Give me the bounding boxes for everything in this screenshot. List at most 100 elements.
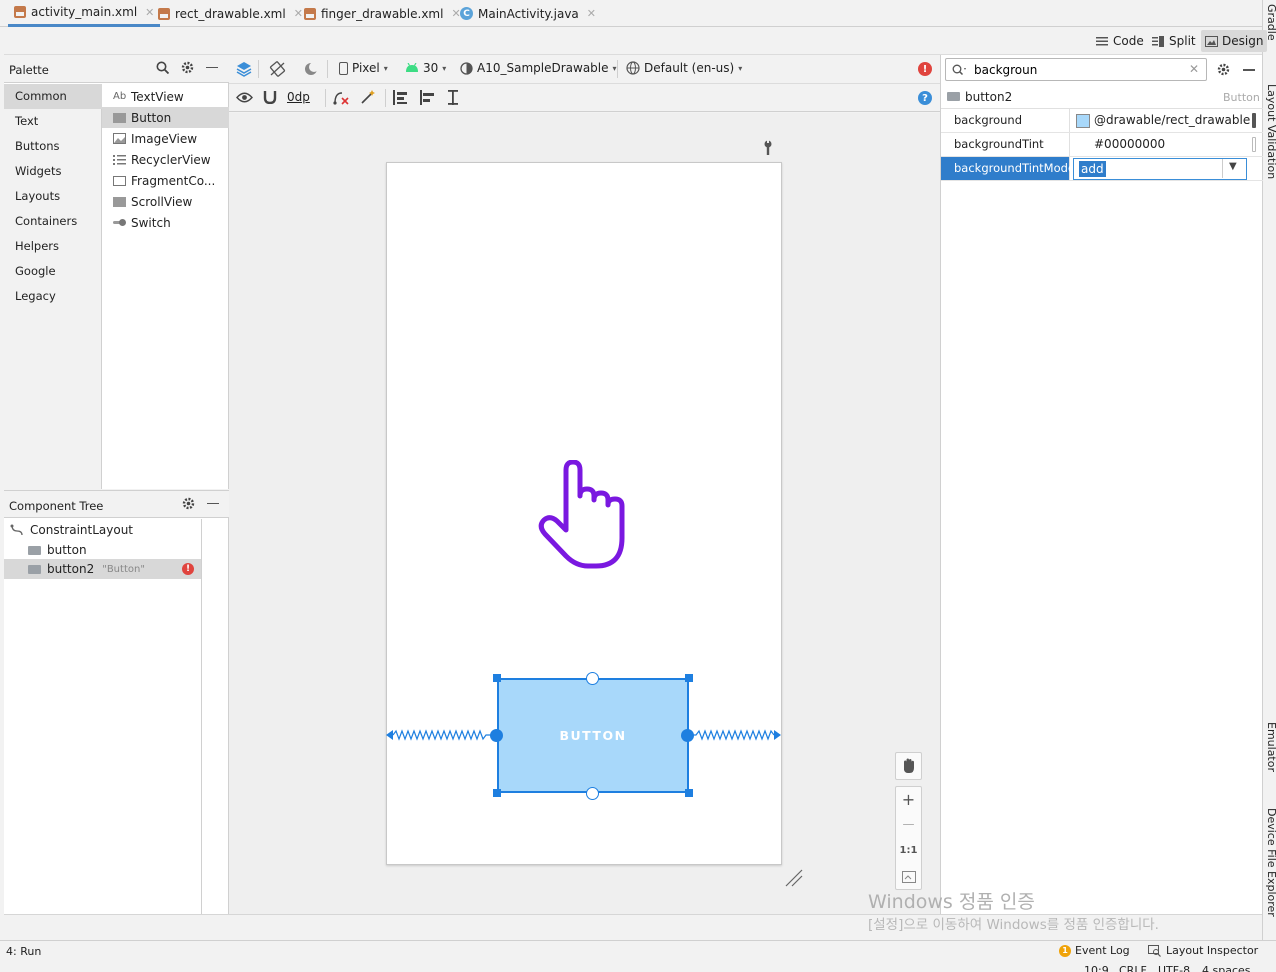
zoom-out-button[interactable]: — xyxy=(896,817,921,831)
palette-category-google[interactable]: Google xyxy=(4,259,102,284)
resource-picker-handle[interactable] xyxy=(1252,113,1256,128)
pan-button[interactable] xyxy=(895,752,922,780)
palette-category-helpers[interactable]: Helpers xyxy=(4,234,102,259)
close-icon[interactable]: ✕ xyxy=(587,7,596,20)
status-bar: 4: Run 1 Event Log Layout Inspector 10:9… xyxy=(0,940,1276,972)
image-icon xyxy=(113,133,126,144)
file-encoding[interactable]: UTF-8 xyxy=(1158,964,1190,972)
palette-item-button[interactable]: Button xyxy=(102,107,229,128)
code-view-button[interactable]: Code xyxy=(1092,30,1148,52)
design-view-button[interactable]: Design xyxy=(1201,30,1268,52)
button2-preview[interactable]: BUTTON xyxy=(497,678,689,793)
layout-validation-tool-button[interactable]: Layout Validation xyxy=(1265,84,1276,179)
palette-item-fragmentcontainer[interactable]: FragmentCo... xyxy=(102,170,229,191)
search-icon[interactable] xyxy=(156,61,169,74)
layout-inspector-button[interactable]: Layout Inspector xyxy=(1148,944,1258,957)
bottom-anchor[interactable] xyxy=(586,787,599,800)
palette-item-switch[interactable]: Switch xyxy=(102,212,229,233)
emulator-tool-button[interactable]: Emulator xyxy=(1265,722,1276,772)
orientation-icon[interactable] xyxy=(269,61,286,77)
backgroundtintmode-dropdown[interactable]: add ▼ xyxy=(1073,158,1247,180)
editor-tab-bar: activity_main.xml ✕ rect_drawable.xml ✕ … xyxy=(0,0,1262,27)
error-icon[interactable]: ! xyxy=(918,62,932,76)
error-icon[interactable]: ! xyxy=(182,563,194,575)
layers-icon[interactable] xyxy=(236,61,252,77)
api-level-selector[interactable]: 30 ▾ xyxy=(405,61,446,75)
resource-picker-handle[interactable] xyxy=(1252,137,1256,152)
resize-handle-top-left[interactable] xyxy=(493,674,501,682)
palette-category-layouts[interactable]: Layouts xyxy=(4,184,102,209)
theme-selector[interactable]: A10_SampleDrawable ▾ xyxy=(460,61,617,75)
wrench-icon[interactable] xyxy=(762,140,774,156)
gear-icon[interactable] xyxy=(1217,63,1230,76)
gear-icon[interactable] xyxy=(182,497,195,510)
attribute-value-backgroundtint[interactable]: #00000000 xyxy=(1071,133,1263,156)
eye-icon[interactable] xyxy=(236,91,253,104)
palette-category-text[interactable]: Text xyxy=(4,109,102,134)
attribute-row-background[interactable]: background @drawable/rect_drawable xyxy=(941,109,1263,133)
device-selector[interactable]: Pixel ▾ xyxy=(339,61,388,75)
line-separator[interactable]: CRLF xyxy=(1119,964,1147,972)
color-swatch[interactable] xyxy=(1076,113,1090,128)
palette-category-widgets[interactable]: Widgets xyxy=(4,159,102,184)
palette-category-common[interactable]: Common xyxy=(4,84,102,109)
magnet-icon[interactable] xyxy=(263,90,277,104)
pack-icon[interactable] xyxy=(393,90,409,105)
split-view-button[interactable]: Split xyxy=(1148,30,1200,52)
left-anchor[interactable] xyxy=(490,729,503,742)
palette-item-imageview[interactable]: ImageView xyxy=(102,128,229,149)
attribute-row-backgroundtintmode[interactable]: backgroundTintMode add ▼ xyxy=(941,157,1263,181)
resize-handle-bottom-right[interactable] xyxy=(685,789,693,797)
android-icon xyxy=(406,63,418,72)
gear-icon[interactable] xyxy=(181,61,194,74)
tree-node-button2[interactable]: button2 "Button" ! xyxy=(4,559,202,579)
top-anchor[interactable] xyxy=(586,672,599,685)
palette-item-textview[interactable]: Ab TextView xyxy=(102,86,229,107)
device-file-explorer-tool-button[interactable]: Device File Explorer xyxy=(1265,808,1276,917)
palette-item-recyclerview[interactable]: RecyclerView xyxy=(102,149,229,170)
finger-pointer-image[interactable] xyxy=(538,460,634,570)
right-anchor[interactable] xyxy=(681,729,694,742)
component-id: button2 xyxy=(965,90,1013,104)
attribute-search-input[interactable] xyxy=(974,62,1174,78)
help-icon[interactable]: ? xyxy=(918,91,932,105)
palette-item-scrollview[interactable]: ScrollView xyxy=(102,191,229,212)
zoom-in-button[interactable]: + xyxy=(896,790,921,809)
caret-position[interactable]: 10:9 xyxy=(1084,964,1109,972)
run-tool-button[interactable]: 4: Run xyxy=(6,945,41,958)
minimize-icon[interactable] xyxy=(1243,69,1255,71)
guidelines-icon[interactable] xyxy=(448,90,462,105)
align-icon[interactable] xyxy=(420,90,436,105)
indent-setting[interactable]: 4 spaces xyxy=(1202,964,1251,972)
palette-category-containers[interactable]: Containers xyxy=(4,209,102,234)
tab-activity-main[interactable]: activity_main.xml ✕ xyxy=(8,0,161,27)
palette-category-legacy[interactable]: Legacy xyxy=(4,284,102,309)
clear-constraints-icon[interactable] xyxy=(333,90,349,105)
fit-screen-icon[interactable] xyxy=(902,871,916,883)
attribute-value-background[interactable]: @drawable/rect_drawable xyxy=(1071,109,1263,132)
button-icon xyxy=(113,112,126,123)
tree-node-button[interactable]: button xyxy=(28,540,87,560)
tab-finger-drawable[interactable]: finger_drawable.xml ✕ xyxy=(298,0,467,27)
palette-widgets: Ab TextView Button ImageView RecyclerVie… xyxy=(102,84,229,489)
palette-category-buttons[interactable]: Buttons xyxy=(4,134,102,159)
tab-rect-drawable[interactable]: rect_drawable.xml ✕ xyxy=(152,0,309,27)
tree-node-constraintlayout[interactable]: ConstraintLayout xyxy=(10,520,133,540)
chevron-down-icon[interactable]: ▼ xyxy=(1229,161,1237,172)
event-log-button[interactable]: 1 Event Log xyxy=(1059,944,1130,957)
resize-handle-bottom-left[interactable] xyxy=(493,789,501,797)
constraint-layout-icon xyxy=(10,524,23,536)
locale-selector[interactable]: Default (en-us) ▾ xyxy=(626,61,742,75)
minimize-icon[interactable] xyxy=(206,66,218,69)
attribute-row-backgroundtint[interactable]: backgroundTint #00000000 xyxy=(941,133,1263,157)
attribute-search-box[interactable]: ✕ xyxy=(945,58,1207,81)
night-mode-icon[interactable] xyxy=(303,61,319,77)
magic-wand-icon[interactable] xyxy=(360,90,375,105)
tab-main-activity[interactable]: C MainActivity.java ✕ xyxy=(454,0,602,27)
zoom-one-to-one-button[interactable]: 1:1 xyxy=(896,845,921,856)
resize-handle-top-right[interactable] xyxy=(685,674,693,682)
minimize-icon[interactable] xyxy=(207,502,219,505)
default-margin-selector[interactable]: 0dp xyxy=(287,90,310,104)
clear-search-icon[interactable]: ✕ xyxy=(1189,62,1199,76)
device-resize-grip[interactable] xyxy=(784,868,804,888)
